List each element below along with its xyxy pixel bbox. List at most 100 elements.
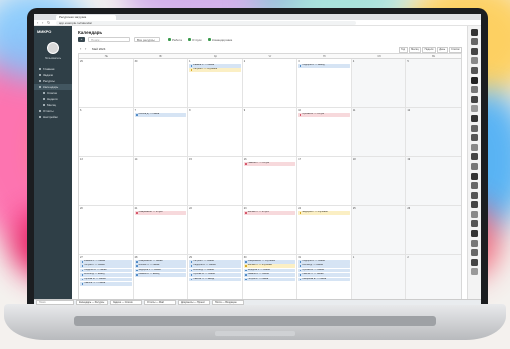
- taskbar-window-button[interactable]: Отчёты — Май: [144, 300, 176, 305]
- calendar-day-cell[interactable]: 31 Сидоров В. — смена Козлов Д. — смена Орл…: [297, 255, 352, 304]
- resource-select[interactable]: Все ресурсы: [134, 37, 160, 42]
- toolbar-app-icon[interactable]: [471, 268, 478, 276]
- calendar-day-cell[interactable]: 7 Козлов Д. — смена: [134, 108, 189, 156]
- calendar-event[interactable]: Сидоров В. — смена: [80, 268, 132, 273]
- toolbar-app-icon[interactable]: [471, 105, 478, 113]
- toolbar-app-icon[interactable]: [471, 239, 478, 247]
- sidebar-item[interactable]: Настройки: [34, 114, 72, 120]
- taskbar-search[interactable]: Поиск: [36, 300, 74, 305]
- calendar-event[interactable]: Орлова М. — отпуск: [298, 113, 350, 117]
- calendar-event[interactable]: Волков П. — смена: [134, 264, 187, 268]
- calendar-day-cell[interactable]: 16 Павлов Н. — отпуск: [243, 157, 298, 205]
- calendar-event[interactable]: Петров К. — обучение: [189, 68, 241, 72]
- calendar-event[interactable]: Козлов Д. — смена: [134, 113, 187, 117]
- calendar-event[interactable]: Петров К. — смена: [243, 277, 296, 282]
- prev-month-icon[interactable]: ‹: [80, 46, 81, 52]
- calendar-day-cell[interactable]: 14: [134, 157, 189, 205]
- toolbar-app-icon[interactable]: [471, 76, 478, 84]
- toolbar-app-icon[interactable]: [471, 86, 478, 94]
- calendar-event[interactable]: Сидоров В. — выезд: [298, 64, 350, 68]
- toolbar-app-icon[interactable]: [471, 220, 478, 228]
- calendar-event[interactable]: Павлов Н. — выезд: [189, 277, 241, 282]
- calendar-event[interactable]: Волков П. — обучение: [243, 264, 296, 268]
- calendar-day-cell[interactable]: 23 Волков П. — отпуск: [243, 206, 298, 254]
- calendar-day-cell[interactable]: 12: [406, 108, 461, 156]
- calendar-event[interactable]: Орлова М. — смена: [80, 277, 132, 282]
- calendar-day-cell[interactable]: 18: [351, 157, 407, 205]
- toolbar-app-icon[interactable]: [471, 182, 478, 190]
- calendar-event[interactable]: Смирнова Е. — обучение: [243, 260, 296, 264]
- toolbar-app-icon[interactable]: [471, 162, 478, 170]
- calendar-event[interactable]: Фёдоров Р. — смена: [243, 268, 296, 273]
- calendar-event[interactable]: Волков П. — отпуск: [243, 211, 296, 215]
- next-month-icon[interactable]: ›: [85, 46, 86, 52]
- toolbar-app-icon[interactable]: [471, 66, 478, 74]
- calendar-event[interactable]: Смирнова Е. — отпуск: [134, 211, 187, 215]
- calendar-day-cell[interactable]: 17: [297, 157, 352, 205]
- toolbar-app-icon[interactable]: [471, 47, 478, 55]
- calendar-event[interactable]: Козлов Д. — смена: [298, 264, 350, 268]
- calendar-day-cell[interactable]: 5: [406, 59, 461, 107]
- calendar-event[interactable]: Смирнова Е. — смена: [134, 260, 187, 264]
- toolbar-app-icon[interactable]: [471, 28, 478, 36]
- calendar-day-cell[interactable]: 11: [351, 108, 407, 156]
- calendar-day-cell[interactable]: 25: [351, 206, 407, 254]
- calendar-day-cell[interactable]: 13: [79, 157, 134, 205]
- calendar-event[interactable]: Павлов Н. — смена: [298, 273, 350, 277]
- url-field[interactable]: app.example.ru/calendar: [56, 21, 356, 25]
- calendar-day-cell[interactable]: 6: [79, 108, 134, 156]
- calendar-event[interactable]: Смирнова Е. — смена: [298, 277, 350, 282]
- toolbar-app-icon[interactable]: [471, 230, 478, 238]
- toolbar-app-icon[interactable]: [471, 38, 478, 46]
- calendar-day-cell[interactable]: 4: [351, 59, 407, 107]
- toolbar-app-icon[interactable]: [471, 210, 478, 218]
- calendar-event[interactable]: Иванов А. — выезд: [134, 273, 187, 277]
- calendar-day-cell[interactable]: 9: [243, 108, 298, 156]
- calendar-day-cell[interactable]: 1 Иванов А. — смена Петров К. — обучение: [188, 59, 243, 107]
- toolbar-app-icon[interactable]: [471, 258, 478, 266]
- calendar-event[interactable]: Сидоров В. — смена: [189, 264, 241, 268]
- calendar-day-cell[interactable]: 2: [243, 59, 298, 107]
- calendar-day-cell[interactable]: 29 Петров К. — смена Сидоров В. — смена Коз…: [188, 255, 243, 304]
- calendar-day-cell[interactable]: 1: [351, 255, 407, 304]
- calendar-day-cell[interactable]: 27 Иванов А. — смена Петров К. — смена Сидо…: [79, 255, 134, 304]
- calendar-day-cell[interactable]: 8: [188, 108, 243, 156]
- calendar-day-cell[interactable]: 19: [406, 157, 461, 205]
- calendar-event[interactable]: Петров К. — смена: [80, 264, 132, 268]
- taskbar-window-button[interactable]: Календарь — Ресурсы: [76, 300, 108, 305]
- calendar-event[interactable]: Фёдоров Р. — обучение: [298, 211, 350, 215]
- toolbar-app-icon[interactable]: [471, 153, 478, 161]
- calendar-day-cell[interactable]: 29: [79, 59, 134, 107]
- toolbar-app-icon[interactable]: [471, 134, 478, 142]
- calendar-event[interactable]: Фёдоров Р. — смена: [134, 268, 187, 273]
- toolbar-app-icon[interactable]: [471, 201, 478, 209]
- toolbar-app-icon[interactable]: [471, 143, 478, 151]
- calendar-event[interactable]: Иванов А. — смена: [189, 64, 241, 68]
- calendar-event[interactable]: Козлов Д. — выезд: [80, 273, 132, 277]
- avatar[interactable]: [47, 42, 59, 54]
- calendar-day-cell[interactable]: 30 Смирнова Е. — обучение Волков П. — обуч…: [243, 255, 298, 304]
- calendar-day-cell[interactable]: 2: [406, 255, 461, 304]
- toolbar-app-icon[interactable]: [471, 172, 478, 180]
- calendar-day-cell[interactable]: 3 Сидоров В. — выезд: [297, 59, 352, 107]
- toolbar-app-icon[interactable]: [471, 114, 478, 122]
- toolbar-app-icon[interactable]: [471, 191, 478, 199]
- calendar-day-cell[interactable]: 20: [79, 206, 134, 254]
- calendar-event[interactable]: Орлова М. — смена: [298, 268, 350, 273]
- taskbar-window-button[interactable]: Документы — Проект: [178, 300, 210, 305]
- toolbar-app-icon[interactable]: [471, 57, 478, 65]
- toolbar-app-icon[interactable]: [471, 249, 478, 257]
- taskbar-window-button[interactable]: Задачи — Список: [110, 300, 142, 305]
- calendar-event[interactable]: Орлова М. — смена: [189, 273, 241, 277]
- toolbar-app-icon[interactable]: [471, 95, 478, 103]
- calendar-event[interactable]: Павлов Н. — смена: [80, 281, 132, 286]
- calendar-day-cell[interactable]: 26: [406, 206, 461, 254]
- toolbar-app-icon[interactable]: [471, 124, 478, 132]
- search-input[interactable]: Поиск...: [88, 37, 130, 42]
- add-event-button[interactable]: +: [78, 37, 85, 42]
- calendar-day-cell[interactable]: 28 Смирнова Е. — смена Волков П. — смена Фё…: [134, 255, 189, 304]
- calendar-event[interactable]: Козлов Д. — смена: [189, 268, 241, 273]
- calendar-event[interactable]: Сидоров В. — смена: [298, 260, 350, 264]
- taskbar-window-button[interactable]: Почта — Входящие: [212, 300, 244, 305]
- calendar-day-cell[interactable]: 15: [188, 157, 243, 205]
